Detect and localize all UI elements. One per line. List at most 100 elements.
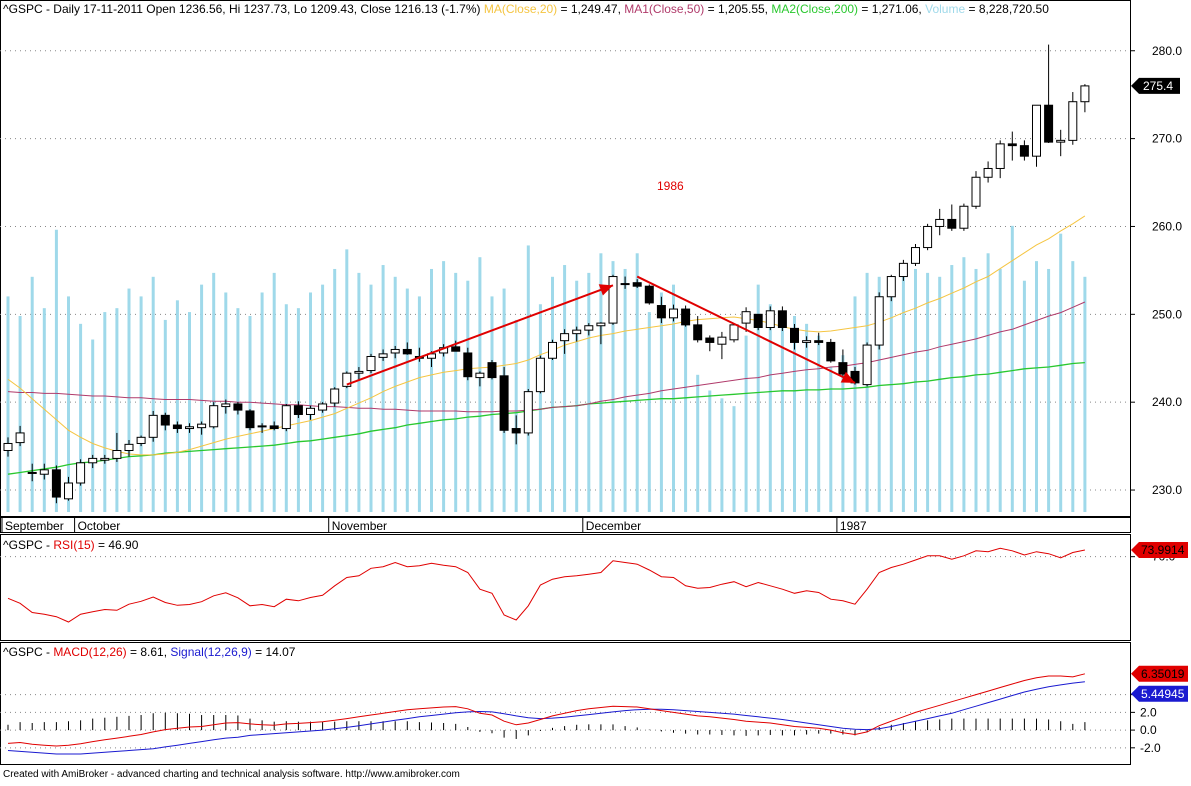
up-candle [112, 450, 122, 459]
up-candle [935, 218, 945, 227]
macd-tick-label: -2.0 [1140, 741, 1161, 755]
up-candle [971, 176, 981, 207]
rsi-header: ^GSPC - RSI(15) = 46.90 [3, 538, 139, 552]
volume-bar [684, 319, 688, 512]
down-candle [1019, 145, 1029, 157]
up-candle [124, 443, 134, 452]
down-candle [1007, 143, 1017, 147]
down-candle [826, 341, 836, 362]
volume-bar [974, 268, 978, 512]
up-candle [378, 353, 388, 358]
volume-bar [986, 253, 990, 512]
up-candle [281, 405, 291, 430]
down-candle [947, 218, 957, 229]
down-candle [451, 346, 461, 352]
volume-bar [357, 272, 361, 512]
up-candle [1056, 139, 1066, 143]
ma20-legend: MA(Close,20) [484, 2, 557, 16]
ma200-legend: MA2(Close,200) [771, 2, 858, 16]
rsi-legend: RSI(15) [53, 538, 94, 552]
volume-bar [272, 272, 276, 512]
volume-bar [732, 406, 736, 512]
annotation-year: 1986 [657, 179, 684, 193]
rsi-last-label: 73.9914 [1141, 543, 1185, 557]
chart-canvas: 230.0 240.0 250.0 260.0 270.0 280.0 275.4 Sept… [0, 0, 1191, 781]
down-candle [777, 310, 787, 328]
down-candle [499, 375, 509, 431]
down-candle [644, 285, 654, 304]
volume-bar [6, 296, 10, 512]
up-candle [221, 403, 231, 408]
down-candle [172, 424, 182, 430]
volume-bar [914, 268, 917, 512]
price-tick-label: 230.0 [1152, 483, 1182, 497]
volume-bar [526, 245, 530, 512]
date-label: 1987 [840, 519, 867, 533]
date-label: October [78, 519, 121, 533]
volume-bar [430, 268, 433, 512]
up-candle [874, 296, 884, 346]
macd-header: ^GSPC - MACD(12,26) = 8.61, Signal(12,26… [3, 645, 296, 659]
macd-last-label: 6.35019 [1141, 667, 1185, 681]
down-candle [27, 471, 37, 474]
up-candle [197, 423, 207, 429]
volume-bar [962, 257, 966, 512]
volume-bar [538, 304, 542, 512]
signal-last-label: 5.44945 [1141, 687, 1185, 701]
up-candle [148, 414, 158, 438]
volume-bar [417, 296, 421, 512]
volume-bar [18, 316, 22, 512]
up-candle [64, 482, 73, 500]
up-candle [390, 348, 400, 354]
up-candle [596, 322, 606, 327]
down-candle [681, 308, 691, 326]
down-candle [293, 405, 303, 415]
volume-bar [1010, 225, 1014, 512]
volume-bar [309, 292, 312, 512]
down-candle [632, 282, 642, 287]
down-candle [693, 324, 703, 341]
volume-bar [926, 272, 930, 512]
volume-bar [454, 272, 458, 512]
down-candle [463, 352, 473, 378]
up-candle [3, 442, 13, 452]
volume-bar [200, 284, 204, 512]
macd-legend: MACD(12,26) [53, 645, 126, 659]
up-candle [886, 276, 896, 298]
volume-bar [720, 398, 724, 512]
volume-bar [950, 265, 954, 512]
up-candle [1080, 85, 1090, 103]
down-candle [814, 340, 824, 343]
volume-legend: Volume [925, 2, 965, 16]
down-candle [487, 362, 497, 379]
volume-bar [805, 323, 809, 512]
up-candle [995, 143, 1005, 169]
up-candle [136, 436, 146, 444]
date-label: September [5, 519, 64, 533]
chart-window: 230.0 240.0 250.0 260.0 270.0 280.0 275.4 Sept… [0, 0, 1191, 781]
ma50-legend: MA1(Close,50) [624, 2, 704, 16]
price-tick-label: 270.0 [1152, 132, 1182, 146]
volume-bar [780, 316, 784, 512]
up-candle [330, 388, 340, 404]
up-candle [923, 225, 933, 249]
volume-bar [635, 253, 639, 512]
volume-bar [1035, 261, 1038, 512]
up-candle [898, 262, 908, 278]
volume-bar [115, 308, 119, 512]
down-candle [269, 425, 279, 430]
volume-bar [696, 374, 700, 512]
volume-bar [575, 280, 579, 512]
volume-bar [393, 276, 397, 512]
up-candle [862, 344, 872, 386]
volume-bar [708, 390, 712, 512]
price-tick-label: 260.0 [1152, 219, 1182, 233]
volume-bar [321, 284, 325, 512]
up-candle [354, 370, 364, 374]
down-candle [790, 327, 799, 343]
volume-bar [998, 268, 1002, 512]
volume-bar [938, 276, 942, 512]
up-candle [584, 325, 594, 331]
up-candle [669, 308, 678, 319]
macd-tick-label: 2.0 [1140, 705, 1157, 719]
